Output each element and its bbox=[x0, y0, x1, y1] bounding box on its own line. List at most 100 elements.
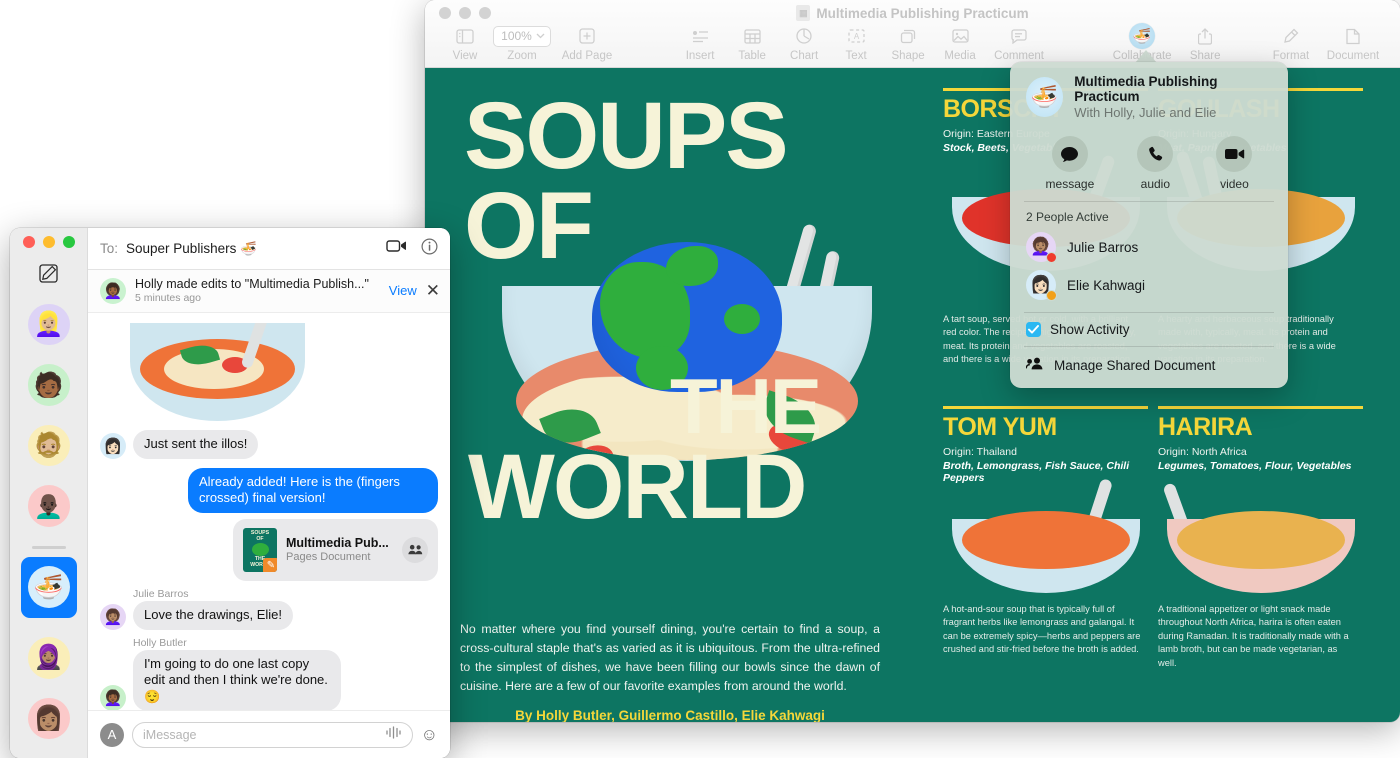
toolbar-table-button[interactable]: Table bbox=[726, 22, 778, 62]
popover-message-button[interactable]: message bbox=[1046, 136, 1095, 191]
video-camera-icon bbox=[1216, 136, 1252, 172]
toolbar-comment-label: Comment bbox=[994, 50, 1044, 62]
document-edit-banner[interactable]: 👩🏾‍🦱 Holly made edits to "Multimedia Pub… bbox=[88, 270, 450, 313]
popover-audio-label: audio bbox=[1141, 177, 1170, 191]
document-thumbnail: SOUPS OF THE WORLD ✎ bbox=[243, 528, 277, 572]
messages-zoom-button[interactable] bbox=[63, 236, 75, 248]
toolbar-document-label: Document bbox=[1327, 50, 1379, 62]
popover-audio-button[interactable]: audio bbox=[1137, 136, 1173, 191]
attachment-title: Multimedia Pub... bbox=[286, 536, 393, 550]
to-recipient[interactable]: Souper Publishers 🍜 bbox=[126, 241, 257, 257]
toolbar-zoom-control[interactable]: 100% Zoom bbox=[491, 22, 553, 62]
compose-new-message-button[interactable] bbox=[39, 264, 58, 288]
toolbar-text-label: Text bbox=[846, 50, 867, 62]
pages-titlebar: ▦ Multimedia Publishing Practicum View 1… bbox=[425, 0, 1400, 68]
manage-shared-document-button[interactable]: Manage Shared Document bbox=[1010, 347, 1288, 388]
sidebar-conversation-selected[interactable]: 🍜 bbox=[21, 557, 77, 618]
messages-header: To: Souper Publishers 🍜 bbox=[88, 228, 450, 270]
message-bubble[interactable]: Already added! Here is the (fingers cros… bbox=[188, 468, 438, 513]
imessage-placeholder: iMessage bbox=[143, 728, 379, 742]
manage-shared-document-label: Manage Shared Document bbox=[1054, 358, 1215, 373]
sidebar-conversation-avatar-2[interactable]: 🧑🏾 bbox=[28, 364, 70, 405]
details-info-icon[interactable] bbox=[421, 238, 438, 260]
popover-person-elie[interactable]: 👩🏻 Elie Kahwagi bbox=[1010, 266, 1288, 304]
toolbar-add-page-button[interactable]: Add Page bbox=[553, 22, 621, 62]
banner-timestamp: 5 minutes ago bbox=[135, 292, 380, 304]
sidebar-conversation-avatar-7[interactable]: 👩🏽 bbox=[28, 698, 70, 739]
soup-illustration-attachment[interactable] bbox=[130, 323, 305, 421]
sidebar-conversation-avatar-1[interactable]: 👱🏼‍♀️ bbox=[28, 304, 70, 345]
message-row-incoming: 👩🏻 Just sent the illos! bbox=[100, 430, 438, 459]
message-bubble[interactable]: Just sent the illos! bbox=[133, 430, 258, 459]
popover-person-name: Julie Barros bbox=[1067, 240, 1138, 255]
attachment-subtitle: Pages Document bbox=[286, 551, 393, 563]
message-row-outgoing: Already added! Here is the (fingers cros… bbox=[100, 468, 438, 513]
avatar: 🍜 bbox=[28, 566, 70, 608]
collaborate-avatar-icon: 🍜 bbox=[1129, 25, 1155, 47]
messages-close-button[interactable] bbox=[23, 236, 35, 248]
toolbar-view-button[interactable]: View bbox=[439, 22, 491, 62]
toolbar-format-label: Format bbox=[1273, 50, 1309, 62]
sidebar-conversation-avatar-3[interactable]: 🧔🏼 bbox=[28, 425, 70, 466]
audio-waveform-icon[interactable] bbox=[385, 726, 402, 744]
popover-subtitle: With Holly, Julie and Elie bbox=[1074, 105, 1272, 120]
zoom-value: 100% bbox=[501, 29, 532, 43]
toolbar-shape-button[interactable]: Shape bbox=[882, 22, 934, 62]
toolbar-document-button[interactable]: Document bbox=[1320, 22, 1386, 62]
media-icon bbox=[952, 25, 969, 47]
message-bubble[interactable]: I'm going to do one last copy edit and t… bbox=[133, 650, 341, 711]
messages-thread[interactable]: 👩🏻 Just sent the illos! Already added! H… bbox=[88, 313, 450, 710]
soup-description-tom-yum: A hot-and-sour soup that is typically fu… bbox=[943, 603, 1143, 657]
shape-icon bbox=[900, 25, 917, 47]
messages-minimize-button[interactable] bbox=[43, 236, 55, 248]
toolbar-chart-label: Chart bbox=[790, 50, 818, 62]
app-store-icon[interactable]: A bbox=[100, 723, 124, 747]
soup-name: TOM YUM bbox=[943, 415, 1148, 440]
share-icon bbox=[1198, 25, 1212, 47]
poster-title-line-1: SOUPS bbox=[464, 96, 787, 178]
soup-ingredients: Legumes, Tomatoes, Flour, Vegetables bbox=[1158, 460, 1363, 472]
popover-person-julie[interactable]: 👩🏽‍🦱 Julie Barros bbox=[1010, 228, 1288, 266]
toolbar-insert-button[interactable]: Insert bbox=[674, 22, 726, 62]
add-page-icon bbox=[579, 25, 595, 47]
toolbar-format-button[interactable]: Format bbox=[1262, 22, 1320, 62]
text-icon: A bbox=[848, 25, 865, 47]
soup-card-tom-yum: TOM YUM Origin: Thailand Broth, Lemongra… bbox=[943, 406, 1148, 484]
checkbox-icon[interactable] bbox=[1026, 322, 1041, 337]
toolbar-chart-button[interactable]: Chart bbox=[778, 22, 830, 62]
close-icon[interactable]: ✕ bbox=[426, 282, 440, 299]
toolbar-share-label: Share bbox=[1190, 50, 1221, 62]
popover-video-button[interactable]: video bbox=[1216, 136, 1252, 191]
toolbar-shape-label: Shape bbox=[891, 50, 924, 62]
show-activity-toggle[interactable]: Show Activity bbox=[1010, 313, 1288, 346]
sidebar-conversation-avatar-4[interactable]: 👨🏿‍🦲 bbox=[28, 485, 70, 526]
shared-people-icon bbox=[402, 537, 428, 563]
popover-title: Multimedia Publishing Practicum bbox=[1074, 74, 1272, 104]
toolbar-comment-button[interactable]: Comment bbox=[986, 22, 1052, 62]
banner-view-button[interactable]: View bbox=[389, 283, 417, 298]
chevron-down-icon bbox=[536, 33, 545, 39]
soup-description-harira: A traditional appetizer or light snack m… bbox=[1158, 603, 1358, 670]
facetime-video-icon[interactable] bbox=[386, 239, 407, 258]
popover-video-label: video bbox=[1220, 177, 1249, 191]
soup-card-harira: HARIRA Origin: North Africa Legumes, Tom… bbox=[1158, 406, 1363, 472]
avatar: 👩🏽‍🦱 bbox=[100, 604, 126, 630]
toolbar-share-button[interactable]: Share bbox=[1179, 22, 1231, 62]
document-attachment-card[interactable]: SOUPS OF THE WORLD ✎ Multimedia Pub... P… bbox=[233, 519, 438, 581]
imessage-input[interactable]: iMessage bbox=[132, 722, 413, 748]
sidebar-conversation-avatar-6[interactable]: 🧕🏽 bbox=[28, 637, 70, 678]
popover-group-avatar: 🍜 bbox=[1026, 77, 1063, 117]
avatar: 👩🏻 bbox=[100, 433, 126, 459]
pages-app-badge-icon: ✎ bbox=[263, 558, 277, 572]
soup-name: HARIRA bbox=[1158, 415, 1363, 440]
toolbar-text-button[interactable]: A Text bbox=[830, 22, 882, 62]
soup-illustration-harira bbox=[1167, 488, 1355, 593]
toolbar-media-button[interactable]: Media bbox=[934, 22, 986, 62]
zoom-pill[interactable]: 100% bbox=[493, 26, 551, 47]
emoji-smiley-icon[interactable]: ☺ bbox=[421, 725, 438, 745]
pages-document-icon: ▦ bbox=[796, 5, 810, 21]
message-bubble[interactable]: Love the drawings, Elie! bbox=[133, 601, 293, 630]
messages-traffic-lights[interactable] bbox=[23, 236, 75, 248]
divider bbox=[1158, 406, 1363, 409]
status-badge bbox=[1046, 252, 1057, 263]
